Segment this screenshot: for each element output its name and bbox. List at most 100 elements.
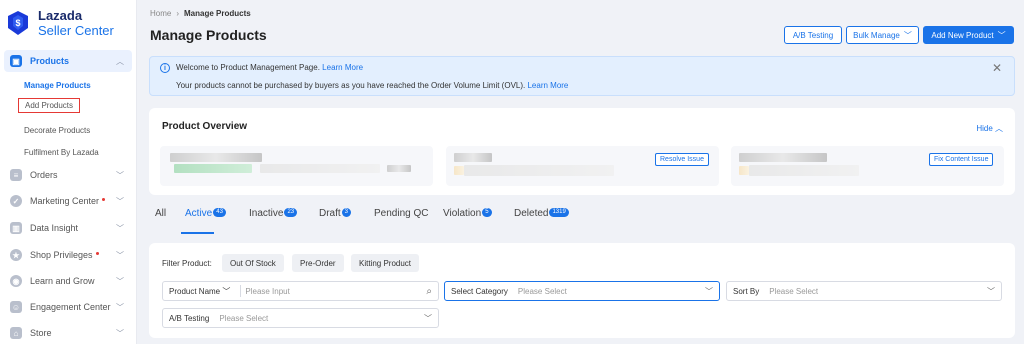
sidebar-sub-manage-products[interactable]: Manage Products <box>24 81 91 90</box>
product-name-search[interactable]: Product Name ﹀ Please Input ⌕ <box>162 281 439 301</box>
breadcrumb-current: Manage Products <box>184 9 251 18</box>
learn-more-ovl-link[interactable]: Learn More <box>527 81 568 90</box>
product-overview-card: Product Overview Hide ︿ Resolve Issue Fi… <box>149 108 1015 195</box>
learn-more-link[interactable]: Learn More <box>322 63 363 72</box>
sort-by-select[interactable]: Sort By Please Select ﹀ <box>726 281 1002 301</box>
fix-content-issue-button[interactable]: Fix Content Issue <box>929 153 994 166</box>
blurred-content <box>170 153 262 162</box>
bulk-manage-label: Bulk Manage <box>853 30 900 40</box>
overview-title: Product Overview <box>162 121 248 132</box>
search-field-selector[interactable]: Product Name ﹀ <box>163 286 236 297</box>
hide-label: Hide <box>976 124 993 133</box>
chevron-down-icon: ﹀ <box>705 286 713 296</box>
resolve-issue-button[interactable]: Resolve Issue <box>655 153 709 166</box>
chevron-down-icon: ﹀ <box>116 170 124 180</box>
sidebar-item-orders[interactable]: ≡ Orders ﹀ <box>4 165 132 185</box>
hide-toggle[interactable]: Hide ︿ <box>976 123 1003 134</box>
logo-letter: $ <box>15 18 20 28</box>
tab-label: Deleted <box>514 208 549 219</box>
field-placeholder: Please Select <box>769 286 819 296</box>
banner-line-1: Welcome to Product Management Page. Lear… <box>176 63 363 72</box>
tab-active[interactable]: Active 43 <box>185 208 226 219</box>
overview-content-box: Fix Content Issue <box>731 146 1004 186</box>
breadcrumb: Home › Manage Products <box>150 9 251 18</box>
banner-line-2-text: Your products cannot be purchased by buy… <box>176 81 526 90</box>
chevron-up-icon: ︿ <box>116 56 124 66</box>
chart-icon: ▥ <box>10 222 22 234</box>
box-icon: ▣ <box>10 55 22 67</box>
field-key: Select Category <box>451 286 508 296</box>
breadcrumb-home[interactable]: Home <box>150 9 171 18</box>
sidebar-item-marketing-center[interactable]: ✓ Marketing Center ﹀ <box>4 191 132 211</box>
brand-subtitle: Seller Center <box>38 23 114 38</box>
search-icon[interactable]: ⌕ <box>426 286 432 297</box>
chevron-down-icon: ﹀ <box>903 30 912 40</box>
tab-pending-qc[interactable]: Pending QC <box>374 208 428 219</box>
filter-chip-out-of-stock[interactable]: Out Of Stock <box>222 254 284 272</box>
bulk-manage-button[interactable]: Bulk Manage ﹀ <box>846 26 919 44</box>
lazada-logo-icon: $ <box>8 11 28 35</box>
add-new-product-button[interactable]: Add New Product ﹀ <box>923 26 1014 44</box>
tab-label: Pending QC <box>374 208 429 219</box>
chevron-down-icon: ﹀ <box>116 302 124 312</box>
privilege-icon: ★ <box>10 249 22 261</box>
sidebar-sub-fulfilment-by-lazada[interactable]: Fulfilment By Lazada <box>24 148 99 157</box>
sidebar-sub-add-products[interactable]: Add Products <box>18 98 81 113</box>
chevron-down-icon: ﹀ <box>987 286 995 296</box>
sidebar-item-engagement-center[interactable]: ☺ Engagement Center ﹀ <box>4 297 132 317</box>
ab-testing-button[interactable]: A/B Testing <box>784 26 842 44</box>
tab-draft[interactable]: Draft 3 <box>319 208 352 219</box>
filter-chip-kitting-product[interactable]: Kitting Product <box>351 254 420 272</box>
sidebar-item-label: Shop Privileges <box>30 250 93 260</box>
field-placeholder: Please Select <box>219 313 269 323</box>
filter-label: Filter Product: <box>162 259 212 268</box>
add-new-product-label: Add New Product <box>931 30 994 40</box>
sidebar-item-label: Products <box>30 56 70 66</box>
sidebar-item-products[interactable]: ▣ Products ︿ <box>4 50 132 72</box>
notification-dot <box>102 197 106 201</box>
chevron-down-icon: ﹀ <box>222 286 231 296</box>
chevron-down-icon: ﹀ <box>116 196 124 206</box>
sidebar: $ Lazada Seller Center ▣ Products ︿ Mana… <box>0 0 137 344</box>
sidebar-item-learn-and-grow[interactable]: ◉ Learn and Grow ﹀ <box>4 271 132 291</box>
sidebar-item-label: Data Insight <box>30 223 79 233</box>
chevron-up-icon: ︿ <box>995 124 1003 133</box>
blurred-content <box>464 165 614 176</box>
close-icon[interactable]: ✕ <box>992 61 1002 75</box>
chevron-down-icon: ﹀ <box>997 30 1006 40</box>
overview-metric-box <box>160 146 433 186</box>
filter-chip-pre-order[interactable]: Pre-Order <box>292 254 344 272</box>
ab-testing-select[interactable]: A/B Testing Please Select ﹀ <box>162 308 439 328</box>
marketing-icon: ✓ <box>10 195 22 207</box>
field-key: Sort By <box>733 286 760 296</box>
sidebar-sub-decorate-products[interactable]: Decorate Products <box>24 126 90 135</box>
tab-all[interactable]: All <box>155 208 166 219</box>
tab-inactive[interactable]: Inactive 23 <box>249 208 298 219</box>
count-badge: 1319 <box>549 208 569 217</box>
blurred-content <box>739 166 749 175</box>
search-input[interactable]: Please Input <box>241 287 289 296</box>
sidebar-item-shop-privileges[interactable]: ★ Shop Privileges ﹀ <box>4 245 132 265</box>
sidebar-item-label: Learn and Grow <box>30 276 95 286</box>
blurred-content <box>454 153 492 162</box>
chevron-down-icon: ﹀ <box>116 276 124 286</box>
store-icon: ⌂ <box>10 327 22 339</box>
tab-label: Draft <box>319 208 341 219</box>
category-select[interactable]: Select Category Please Select ﹀ <box>444 281 720 301</box>
tab-violation[interactable]: Violation 5 <box>443 208 492 219</box>
chevron-down-icon: ﹀ <box>116 250 124 260</box>
tab-label: Violation <box>443 208 482 219</box>
sidebar-item-data-insight[interactable]: ▥ Data Insight ﹀ <box>4 218 132 238</box>
chevron-down-icon: ﹀ <box>424 313 432 323</box>
tab-label: Active <box>185 208 213 219</box>
brand-name: Lazada <box>38 8 83 23</box>
sidebar-item-store[interactable]: ⌂ Store ﹀ <box>4 323 132 343</box>
tab-deleted[interactable]: Deleted 1319 <box>514 208 569 219</box>
sidebar-item-label: Orders <box>30 170 58 180</box>
count-badge: 23 <box>284 208 298 217</box>
field-key: A/B Testing <box>169 313 210 323</box>
blurred-content <box>749 165 859 176</box>
orders-icon: ≡ <box>10 169 22 181</box>
lazada-logo[interactable]: $ Lazada Seller Center <box>6 5 114 41</box>
breadcrumb-separator-icon: › <box>176 9 180 18</box>
